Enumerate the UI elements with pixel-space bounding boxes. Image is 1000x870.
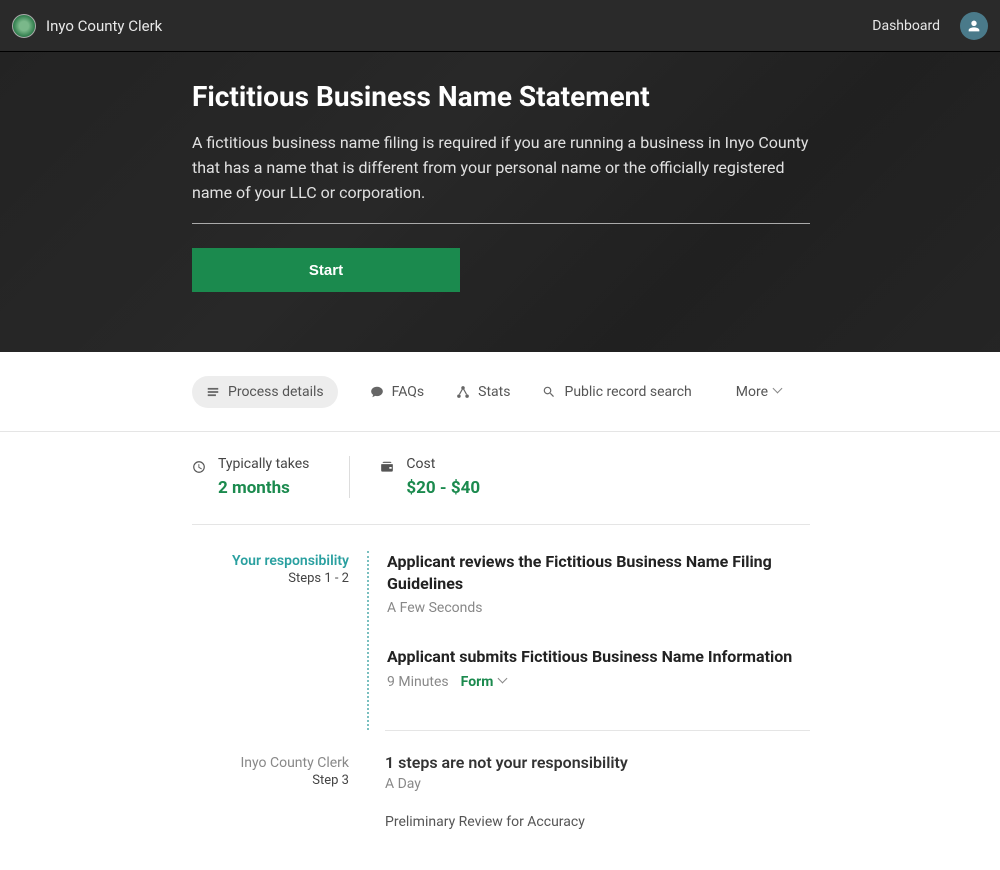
form-dropdown[interactable]: Form bbox=[461, 674, 510, 690]
step-2-time: 9 Minutes bbox=[387, 674, 449, 690]
wallet-icon bbox=[380, 459, 394, 473]
clerk-steps: Step 3 bbox=[192, 773, 349, 788]
step-left: Inyo County Clerk Step 3 bbox=[192, 753, 367, 870]
header-left: Inyo County Clerk bbox=[12, 14, 162, 38]
preliminary-review-text: Preliminary Review for Accuracy bbox=[385, 814, 810, 830]
step-2-meta: 9 Minutes Form bbox=[387, 674, 810, 690]
search-icon bbox=[542, 385, 556, 399]
step-right: 1 steps are not your responsibility A Da… bbox=[367, 753, 810, 870]
tab-faqs[interactable]: FAQs bbox=[370, 384, 425, 400]
page-title: Fictitious Business Name Statement bbox=[192, 80, 810, 113]
tab-label: Stats bbox=[478, 384, 510, 400]
hero-divider bbox=[192, 223, 810, 224]
step-divider bbox=[385, 730, 810, 731]
user-menu[interactable] bbox=[960, 12, 988, 40]
dashboard-link[interactable]: Dashboard bbox=[872, 18, 940, 34]
cost-value: $20 - $40 bbox=[406, 478, 480, 498]
step-2: Applicant submits Fictitious Business Na… bbox=[387, 646, 810, 690]
hero-content: Fictitious Business Name Statement A fic… bbox=[192, 80, 810, 292]
chevron-down-icon bbox=[774, 387, 784, 397]
info-text: Typically takes 2 months bbox=[218, 456, 309, 498]
step-1-time: A Few Seconds bbox=[387, 600, 810, 616]
info-cost: Cost $20 - $40 bbox=[349, 456, 480, 498]
tab-label: Process details bbox=[228, 384, 324, 400]
tab-more[interactable]: More bbox=[736, 384, 784, 400]
info-text: Cost $20 - $40 bbox=[406, 456, 480, 498]
tab-label: Public record search bbox=[564, 384, 691, 400]
tab-process-details[interactable]: Process details bbox=[192, 376, 338, 408]
info-row: Typically takes 2 months Cost $20 - $40 bbox=[192, 432, 810, 525]
network-icon bbox=[456, 385, 470, 399]
your-responsibility-steps: Steps 1 - 2 bbox=[192, 571, 349, 586]
typically-takes-label: Typically takes bbox=[218, 456, 309, 472]
steps-section: Your responsibility Steps 1 - 2 Applican… bbox=[192, 525, 810, 870]
chat-icon bbox=[370, 385, 384, 399]
step-block-clerk: Inyo County Clerk Step 3 1 steps are not… bbox=[192, 753, 810, 870]
site-name[interactable]: Inyo County Clerk bbox=[46, 17, 162, 35]
your-responsibility-label: Your responsibility bbox=[192, 553, 349, 569]
form-label: Form bbox=[461, 674, 494, 690]
step-left: Your responsibility Steps 1 - 2 bbox=[192, 551, 367, 730]
tab-label: More bbox=[736, 384, 768, 400]
tabs: Process details FAQs Stats Public record… bbox=[192, 376, 784, 408]
page-description: A fictitious business name filing is req… bbox=[192, 131, 810, 205]
clock-icon bbox=[192, 459, 206, 473]
tab-label: FAQs bbox=[392, 384, 425, 400]
clerk-label: Inyo County Clerk bbox=[192, 755, 349, 771]
header: Inyo County Clerk Dashboard bbox=[0, 0, 1000, 52]
not-responsible-title: 1 steps are not your responsibility bbox=[385, 753, 810, 772]
avatar-icon bbox=[960, 12, 988, 40]
site-logo-icon[interactable] bbox=[12, 14, 36, 38]
info-typically-takes: Typically takes 2 months bbox=[192, 456, 309, 498]
step-1-title: Applicant reviews the Fictitious Busines… bbox=[387, 551, 810, 594]
a-day-text: A Day bbox=[385, 776, 810, 792]
tab-public-record-search[interactable]: Public record search bbox=[542, 384, 691, 400]
chevron-down-icon bbox=[499, 677, 509, 687]
step-right: Applicant reviews the Fictitious Busines… bbox=[367, 551, 810, 730]
hero-section: Fictitious Business Name Statement A fic… bbox=[0, 52, 1000, 352]
tab-stats[interactable]: Stats bbox=[456, 384, 510, 400]
step-block-applicant: Your responsibility Steps 1 - 2 Applican… bbox=[192, 551, 810, 730]
header-right: Dashboard bbox=[872, 12, 988, 40]
cost-label: Cost bbox=[406, 456, 480, 472]
list-icon bbox=[206, 385, 220, 399]
typically-takes-value: 2 months bbox=[218, 478, 309, 498]
step-2-title: Applicant submits Fictitious Business Na… bbox=[387, 646, 810, 668]
start-button[interactable]: Start bbox=[192, 248, 460, 292]
tabs-row: Process details FAQs Stats Public record… bbox=[0, 352, 1000, 432]
